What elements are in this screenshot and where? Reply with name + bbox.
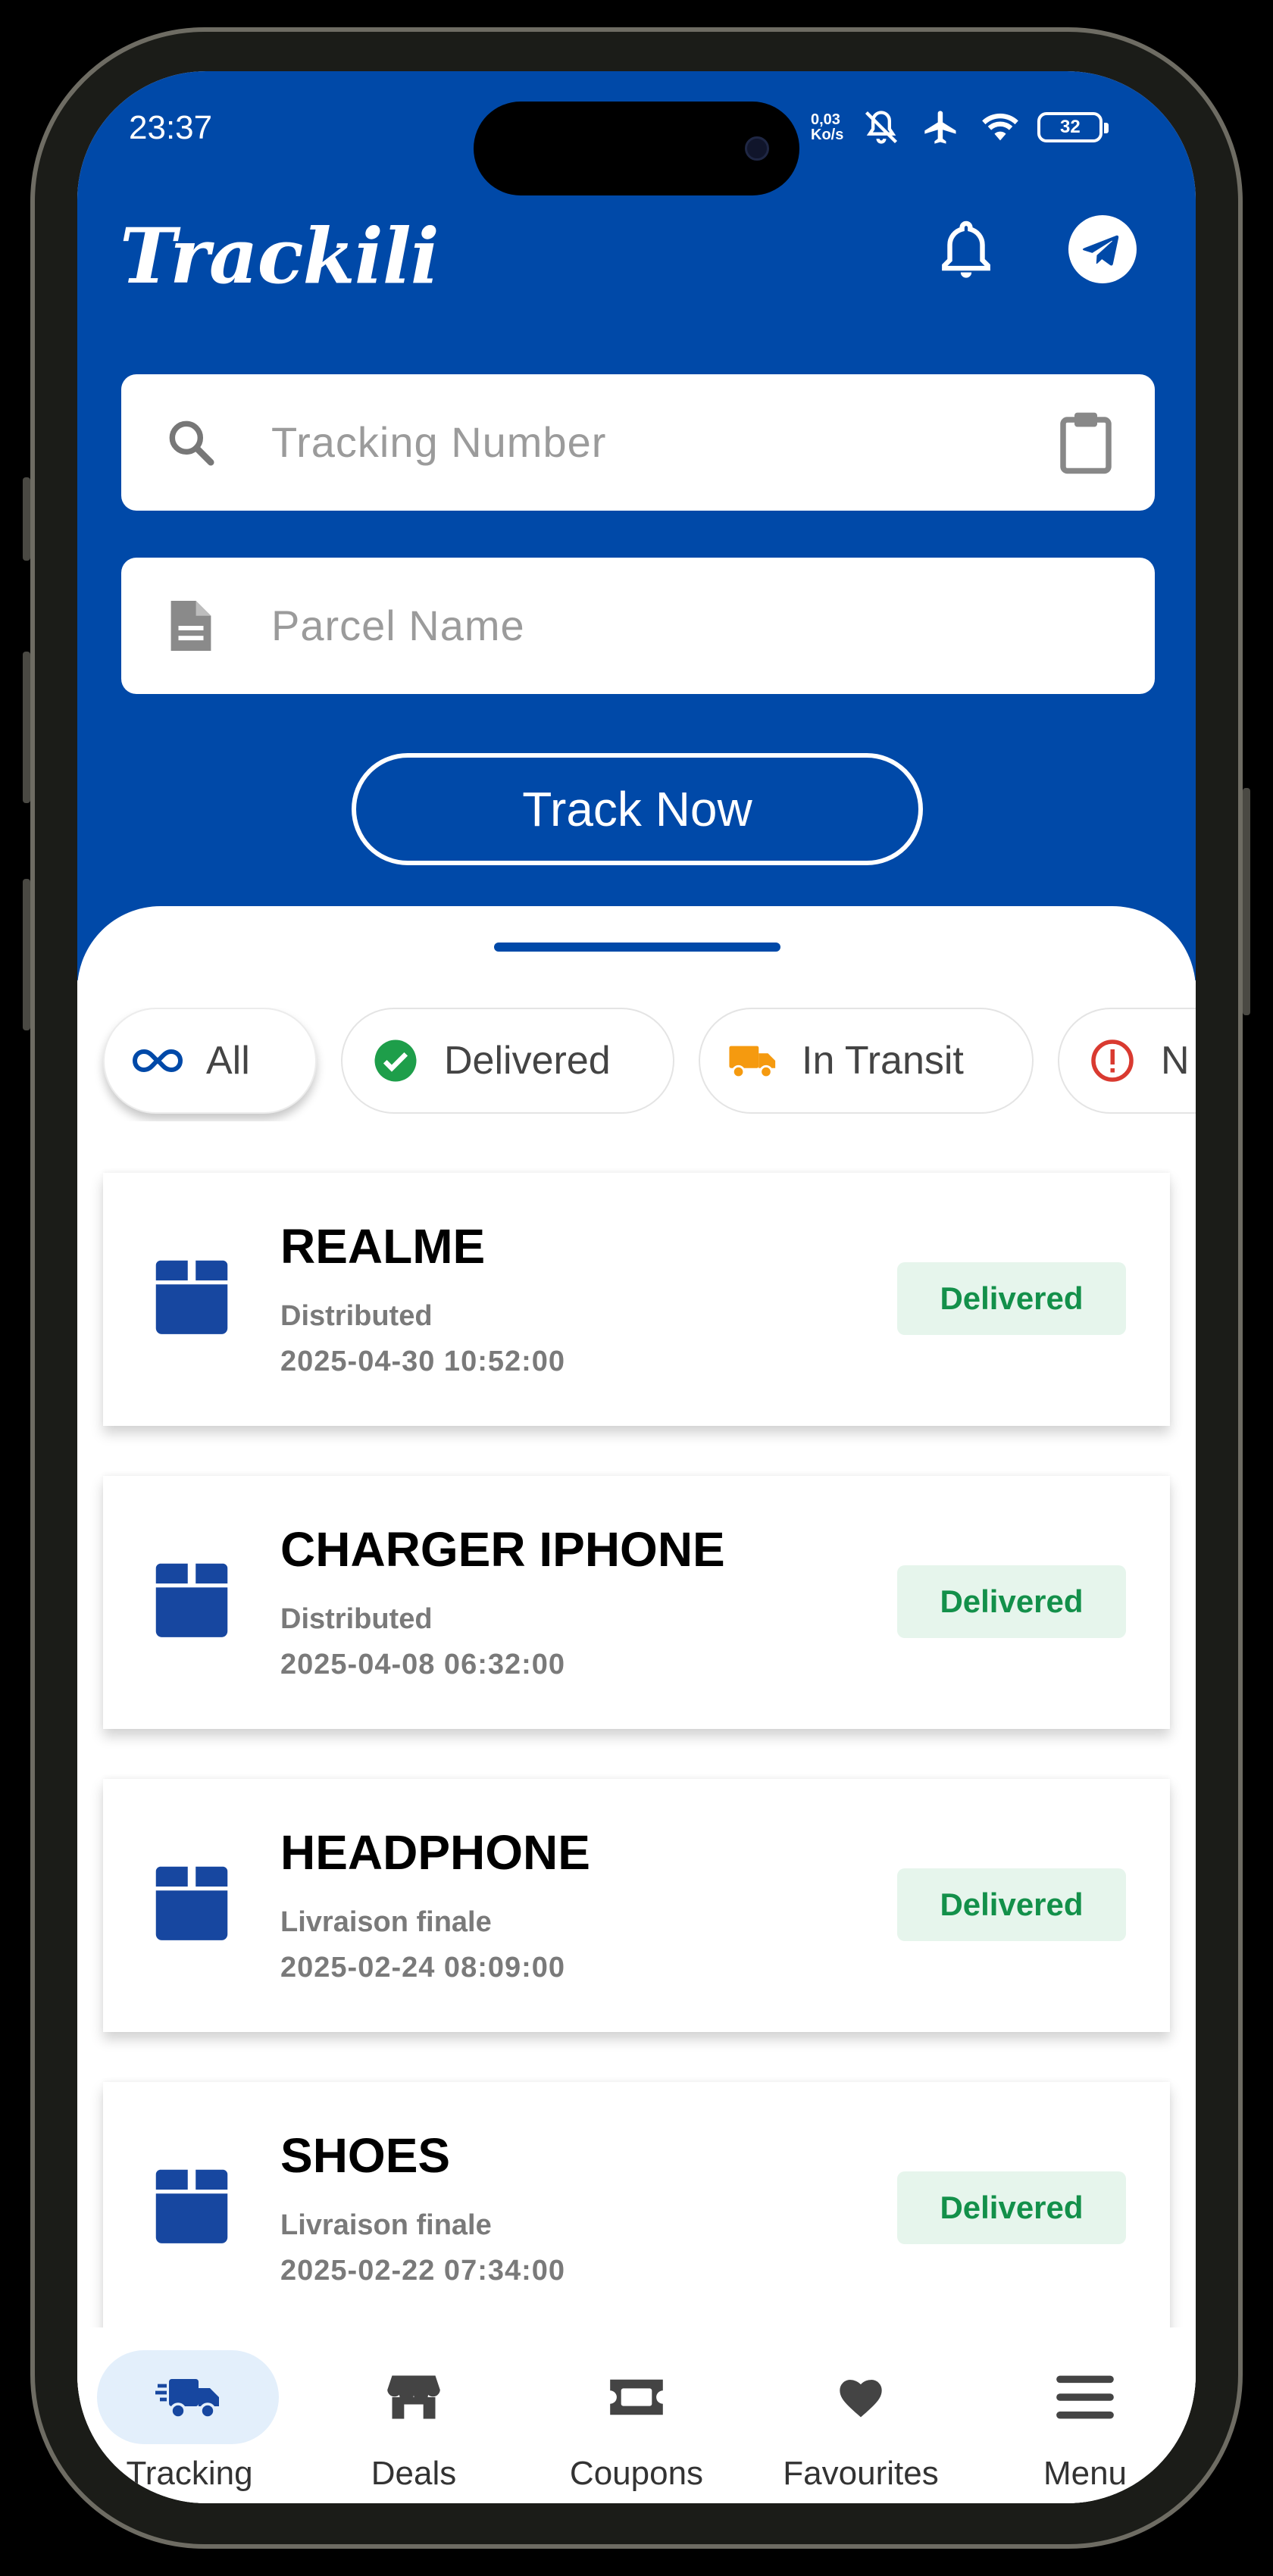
side-button-mute [23,477,30,561]
dynamic-island [474,102,799,195]
side-button-volume-up [23,652,30,803]
parcel-title: HEADPHONE [280,1825,590,1880]
side-button-power [1243,788,1250,1015]
bell-icon[interactable] [932,215,1000,283]
status-time: 23:37 [129,109,213,146]
tracking-number-field[interactable]: Tracking Number [121,374,1155,511]
network-speed-unit: Ko/s [811,127,844,143]
store-icon [376,2362,452,2432]
filter-chip-label: In Transit [802,1039,964,1083]
battery-icon: 32 [1037,112,1109,142]
parcel-status-text: Livraison finale [280,1906,492,1938]
parcel-card[interactable]: REALME Distributed 2025-04-30 10:52:00 D… [103,1173,1170,1426]
truck-icon [726,1033,780,1088]
filter-chip-label: Delivered [444,1039,611,1083]
tracking-number-placeholder: Tracking Number [271,418,607,466]
wifi-icon [982,113,1019,141]
parcel-date: 2025-04-08 06:32:00 [280,1649,566,1680]
parcel-title: SHOES [280,2128,451,2183]
parcel-status-text: Livraison finale [280,2209,492,2241]
nav-label: Menu [1043,2455,1128,2492]
delivery-truck-icon [152,2362,227,2432]
nav-label: Tracking [126,2455,253,2492]
parcel-status-text: Distributed [280,1300,433,1332]
nav-label: Favourites [783,2455,939,2492]
status-badge: Delivered [897,1868,1126,1941]
filter-chip-all[interactable]: All [103,1008,317,1114]
filter-chip-row: All Delivered In Transit N [77,1008,1196,1121]
track-now-button[interactable]: Track Now [352,753,923,865]
status-badge: Delivered [897,1262,1126,1335]
heart-icon [823,2362,899,2432]
parcel-date: 2025-02-22 07:34:00 [280,2255,566,2287]
network-speed-value: 0,03 [811,111,840,128]
filter-chip-in-transit[interactable]: In Transit [699,1008,1034,1114]
nav-item-favourites[interactable]: Favourites [762,2327,959,2503]
airplane-mode-icon [924,111,956,144]
parcel-card[interactable]: CHARGER IPHONE Distributed 2025-04-08 06… [103,1476,1170,1729]
hamburger-menu-icon [1047,2362,1123,2432]
filter-chip-label: All [206,1039,250,1083]
nav-item-deals[interactable]: Deals [315,2327,512,2503]
app-logo: Trackili [120,211,439,301]
bottom-navigation: Tracking Deals Coupons Favourites Menu [77,2327,1196,2503]
phone-screen: 23:37 0,03 Ko/s 32 Trackili Tracking Num… [77,71,1196,2503]
status-icons: 0,03 Ko/s 32 [811,108,1109,147]
package-box-icon [155,1260,228,1334]
nav-label: Deals [371,2455,457,2492]
parcel-card[interactable]: SHOES Livraison finale 2025-02-22 07:34:… [103,2082,1170,2335]
search-icon [161,412,221,473]
parcel-date: 2025-04-30 10:52:00 [280,1346,566,1377]
nav-item-menu[interactable]: Menu [987,2327,1184,2503]
package-box-icon [155,2169,228,2243]
parcel-date: 2025-02-24 08:09:00 [280,1952,566,1984]
package-box-icon [155,1866,228,1940]
parcel-name-placeholder: Parcel Name [271,602,525,649]
mute-bell-icon [865,111,898,144]
nav-item-coupons[interactable]: Coupons [538,2327,735,2503]
filter-chip-delivered[interactable]: Delivered [341,1008,674,1114]
parcel-card[interactable]: HEADPHONE Livraison finale 2025-02-24 08… [103,1779,1170,2032]
status-badge: Delivered [897,2171,1126,2244]
front-camera-icon [745,136,769,161]
package-box-icon [155,1563,228,1637]
side-button-volume-down [23,879,30,1030]
sheet-drag-handle[interactable] [494,943,780,952]
parcel-title: REALME [280,1219,486,1274]
nav-label: Coupons [569,2455,704,2492]
status-badge: Delivered [897,1565,1126,1638]
check-circle-icon [368,1033,423,1088]
alert-circle-icon [1085,1033,1140,1088]
network-speed: 0,03 Ko/s [811,112,843,142]
infinity-icon [130,1033,185,1088]
parcel-name-field[interactable]: Parcel Name [121,558,1155,694]
clipboard-paste-icon[interactable] [1052,406,1120,479]
status-bar: 23:37 0,03 Ko/s 32 [77,71,1196,195]
filter-chip-partial[interactable]: N [1058,1008,1196,1114]
parcel-status-text: Distributed [280,1603,433,1635]
parcel-title: CHARGER IPHONE [280,1522,725,1577]
telegram-icon[interactable] [1068,215,1137,283]
document-icon [161,596,221,656]
filter-chip-label: N [1161,1039,1190,1083]
nav-item-tracking[interactable]: Tracking [91,2327,288,2503]
coupon-icon [599,2362,674,2432]
